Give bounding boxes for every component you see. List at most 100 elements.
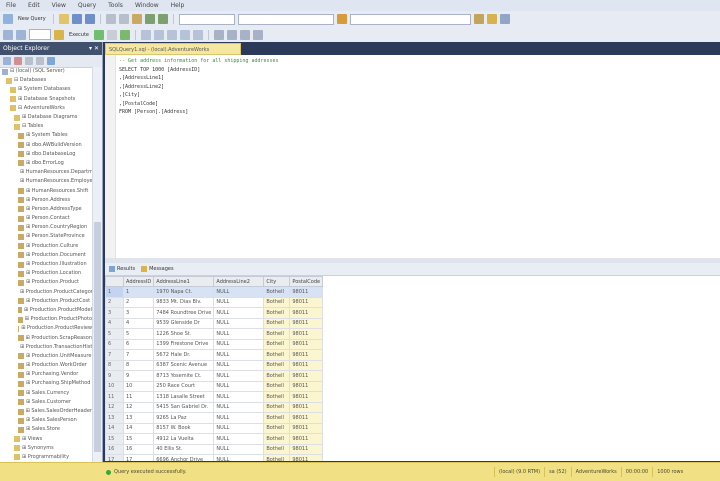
table-cell[interactable]: 11 — [122, 391, 155, 403]
table-cell[interactable]: 98011 — [289, 454, 324, 461]
table-row[interactable]: 2 2 9833 Mt. Dias Blv. NULL Bothell 98011 — [105, 296, 324, 308]
table-cell[interactable]: 98011 — [289, 359, 324, 371]
table-row[interactable]: 1 1 1970 Napa Ct. NULL Bothell 98011 — [105, 286, 324, 298]
results-to-file-icon[interactable] — [193, 29, 203, 40]
tree-node[interactable]: ⊞ Person.Contact — [0, 214, 92, 223]
tab-results[interactable]: Results — [109, 266, 135, 272]
table-row[interactable]: 16 16 40 Ellis St. NULL Bothell 98011 — [105, 443, 324, 455]
menu-item-window[interactable]: Window — [129, 2, 165, 9]
table-row[interactable]: 17 17 6696 Anchor Drive NULL Bothell 98011 — [105, 454, 324, 461]
comment-icon[interactable] — [214, 29, 224, 40]
database-select[interactable] — [29, 29, 51, 40]
tree-node[interactable]: ⊞ System Tables — [0, 131, 92, 140]
scrollbar-thumb[interactable] — [94, 222, 101, 452]
tree-node[interactable]: ⊟ Tables — [0, 122, 92, 131]
table-cell[interactable]: NULL — [213, 422, 265, 434]
tree-node[interactable]: ⊞ Sales.Customer — [0, 398, 92, 407]
tree-node[interactable]: ⊞ dbo.ErrorLog — [0, 159, 92, 168]
tree-node[interactable]: ⊟ Databases — [0, 76, 92, 85]
table-cell[interactable]: 98011 — [289, 296, 324, 308]
tree-node[interactable]: ⊞ Production.Culture — [0, 242, 92, 251]
tree-node[interactable]: ⊞ Synonyms — [0, 444, 92, 453]
parse-icon[interactable] — [120, 29, 130, 40]
object-explorer-scrollbar[interactable] — [92, 67, 102, 480]
table-cell[interactable]: Bothell — [263, 443, 291, 455]
table-cell[interactable]: 8713 Yosemite Ct. — [153, 370, 215, 382]
table-cell[interactable]: 98011 — [289, 286, 324, 298]
connect-icon[interactable] — [3, 57, 11, 65]
table-cell[interactable]: 98011 — [289, 328, 324, 340]
table-cell[interactable]: Bothell — [263, 307, 291, 319]
tree-node[interactable]: ⊞ Sales.SalesOrderHeader — [0, 407, 92, 416]
tree-node[interactable]: ⊞ Production.Illustration — [0, 260, 92, 269]
table-cell[interactable]: Bothell — [263, 349, 291, 361]
table-cell[interactable]: 5 — [122, 328, 155, 340]
menu-item-query[interactable]: Query — [72, 2, 102, 9]
table-cell[interactable]: 98011 — [289, 422, 324, 434]
tree-node[interactable]: ⊞ Production.ProductReview — [0, 324, 92, 333]
row-number[interactable]: 15 — [105, 433, 124, 445]
query-options-icon[interactable] — [154, 29, 164, 40]
execute-icon[interactable] — [54, 29, 64, 40]
table-cell[interactable]: 2 — [122, 296, 155, 308]
table-row[interactable]: 4 4 9539 Glenside Dr NULL Bothell 98011 — [105, 317, 324, 329]
tree-node[interactable]: ⊞ Production.ProductCategory — [0, 288, 92, 297]
table-cell[interactable]: 12 — [122, 401, 155, 413]
row-number[interactable]: 10 — [105, 380, 124, 392]
redo-icon[interactable] — [157, 14, 168, 24]
table-cell[interactable]: NULL — [213, 370, 265, 382]
table-row[interactable]: 5 5 1226 Shoe St. NULL Bothell 98011 — [105, 328, 324, 340]
table-cell[interactable]: 40 Ellis St. — [153, 443, 215, 455]
table-cell[interactable]: 8157 W. Book — [153, 422, 215, 434]
table-cell[interactable]: 10 — [122, 380, 155, 392]
table-cell[interactable]: 98011 — [289, 370, 324, 382]
table-row[interactable]: 15 15 4912 La Vuelta NULL Bothell 98011 — [105, 433, 324, 445]
column-header[interactable]: AddressLine1 — [153, 276, 215, 287]
table-cell[interactable]: 16 — [122, 443, 155, 455]
table-cell[interactable]: 6 — [122, 338, 155, 350]
tree-node[interactable]: ⊟ AdventureWorks — [0, 104, 92, 113]
row-number[interactable]: 1 — [105, 286, 124, 298]
table-cell[interactable]: Bothell — [263, 286, 291, 298]
table-row[interactable]: 7 7 5672 Hale Dr. NULL Bothell 98011 — [105, 349, 324, 361]
table-row[interactable]: 3 3 7484 Roundtree Drive NULL Bothell 98011 — [105, 307, 324, 319]
table-cell[interactable]: 13 — [122, 412, 155, 424]
table-cell[interactable]: 5672 Hale Dr. — [153, 349, 215, 361]
menu-item-file[interactable]: File — [0, 2, 22, 9]
table-row[interactable]: 8 8 6387 Scenic Avenue NULL Bothell 98011 — [105, 359, 324, 371]
table-cell[interactable]: Bothell — [263, 338, 291, 350]
table-cell[interactable]: 9539 Glenside Dr — [153, 317, 215, 329]
row-number[interactable]: 12 — [105, 401, 124, 413]
table-cell[interactable]: NULL — [213, 454, 265, 461]
menu-item-tools[interactable]: Tools — [102, 2, 129, 9]
table-cell[interactable]: 7484 Roundtree Drive — [153, 307, 215, 319]
table-cell[interactable]: NULL — [213, 296, 265, 308]
tab-messages[interactable]: Messages — [141, 266, 174, 272]
table-cell[interactable]: NULL — [213, 317, 265, 329]
table-cell[interactable]: 9 — [122, 370, 155, 382]
table-cell[interactable]: 6696 Anchor Drive — [153, 454, 215, 461]
tree-node[interactable]: ⊞ Production.ProductPhoto — [0, 315, 92, 324]
table-cell[interactable]: NULL — [213, 307, 265, 319]
tree-node[interactable]: ⊞ Person.Address — [0, 196, 92, 205]
solution-explorer-icon[interactable] — [473, 14, 484, 24]
table-cell[interactable]: 1 — [122, 286, 155, 298]
column-header[interactable]: AddressLine2 — [213, 276, 265, 287]
paste-icon[interactable] — [131, 14, 142, 24]
row-number[interactable]: 5 — [105, 328, 124, 340]
table-row[interactable]: 11 11 1318 Lasalle Street NULL Bothell 98011 — [105, 391, 324, 403]
cut-icon[interactable] — [105, 14, 116, 24]
table-cell[interactable]: Bothell — [263, 401, 291, 413]
refresh-icon[interactable] — [47, 57, 55, 65]
table-row[interactable]: 9 9 8713 Yosemite Ct. NULL Bothell 98011 — [105, 370, 324, 382]
copy-icon[interactable] — [118, 14, 129, 24]
tree-node[interactable]: ⊞ Sales.SalesPerson — [0, 416, 92, 425]
change-connection-icon[interactable] — [16, 29, 26, 40]
table-cell[interactable]: 15 — [122, 433, 155, 445]
table-cell[interactable]: NULL — [213, 380, 265, 392]
debug-icon[interactable] — [94, 29, 104, 40]
table-cell[interactable]: 98011 — [289, 349, 324, 361]
column-header[interactable]: AddressID — [122, 276, 155, 287]
table-cell[interactable]: NULL — [213, 338, 265, 350]
table-row[interactable]: 12 12 5415 San Gabriel Dr. NULL Bothell 98011 — [105, 401, 324, 413]
